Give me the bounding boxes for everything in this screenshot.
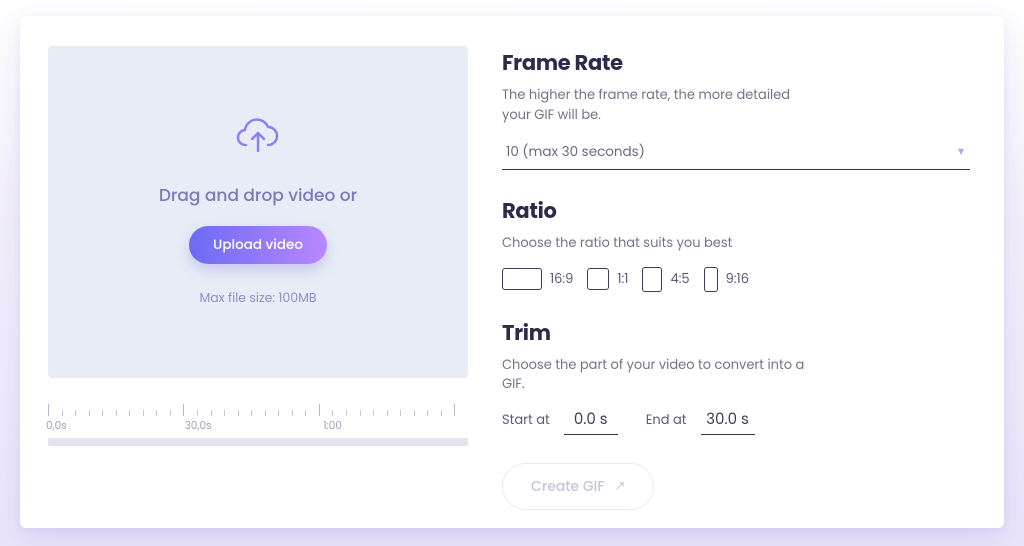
trim-desc: Choose the part of your video to convert… <box>502 355 822 394</box>
chevron-down-icon: ▾ <box>958 143 964 161</box>
trim-fields: Start at 0.0 s End at 30.0 s <box>502 408 970 435</box>
ratio-heading: Ratio <box>502 196 970 227</box>
ratio-swatch-4-5 <box>642 267 662 292</box>
main-card: Drag and drop video or Upload video Max … <box>20 16 1004 528</box>
trim-end-field: End at 30.0 s <box>646 408 755 435</box>
trim-start-field: Start at 0.0 s <box>502 408 618 435</box>
ratio-swatch-9-16 <box>704 267 718 292</box>
right-column: Frame Rate The higher the frame rate, th… <box>502 46 970 498</box>
ratio-section: Ratio Choose the ratio that suits you be… <box>502 196 970 292</box>
ratio-label-1-1: 1:1 <box>617 269 628 289</box>
timeline-ruler <box>48 396 468 416</box>
max-file-size-text: Max file size: 100MB <box>199 290 316 308</box>
cloud-upload-icon <box>236 117 280 164</box>
ratio-option-4-5[interactable]: 4:5 <box>642 267 689 292</box>
ratio-options: 16:9 1:1 4:5 9:16 <box>502 267 970 292</box>
timeline: 0,0s 30,0s 1:00 <box>48 396 468 440</box>
frame-rate-section: Frame Rate The higher the frame rate, th… <box>502 48 970 170</box>
ratio-swatch-16-9 <box>502 268 542 290</box>
video-drop-zone[interactable]: Drag and drop video or Upload video Max … <box>48 46 468 378</box>
ratio-label-16-9: 16:9 <box>550 269 573 289</box>
create-gif-button[interactable]: Create GIF ↗ <box>502 463 654 510</box>
ratio-label-4-5: 4:5 <box>670 269 689 289</box>
timeline-label-2: 1:00 <box>323 418 342 434</box>
frame-rate-select[interactable]: 10 (max 30 seconds) ▾ <box>502 138 970 170</box>
trim-end-input[interactable]: 30.0 s <box>701 408 755 435</box>
timeline-labels: 0,0s 30,0s 1:00 <box>48 418 468 434</box>
page-background: Drag and drop video or Upload video Max … <box>0 0 1024 546</box>
left-column: Drag and drop video or Upload video Max … <box>48 46 468 498</box>
timeline-label-0: 0,0s <box>46 418 67 434</box>
ratio-option-9-16[interactable]: 9:16 <box>704 267 749 292</box>
ratio-option-1-1[interactable]: 1:1 <box>587 268 628 290</box>
frame-rate-select-value: 10 (max 30 seconds) <box>506 142 645 162</box>
trim-start-input[interactable]: 0.0 s <box>564 408 618 435</box>
frame-rate-heading: Frame Rate <box>502 48 970 79</box>
arrow-up-right-icon: ↗ <box>615 476 626 496</box>
create-gif-button-label: Create GIF <box>531 476 605 497</box>
ratio-desc: Choose the ratio that suits you best <box>502 233 822 253</box>
trim-start-label: Start at <box>502 410 550 430</box>
frame-rate-desc: The higher the frame rate, the more deta… <box>502 85 822 124</box>
upload-video-button-label: Upload video <box>213 235 303 255</box>
trim-heading: Trim <box>502 318 970 349</box>
ratio-option-16-9[interactable]: 16:9 <box>502 268 573 290</box>
upload-video-button[interactable]: Upload video <box>189 226 327 264</box>
ratio-label-9-16: 9:16 <box>726 269 749 289</box>
ratio-swatch-1-1 <box>587 268 609 290</box>
timeline-label-1: 30,0s <box>185 418 212 434</box>
timeline-track[interactable] <box>48 438 468 446</box>
drop-zone-text: Drag and drop video or <box>159 182 357 208</box>
trim-end-label: End at <box>646 410 687 430</box>
trim-section: Trim Choose the part of your video to co… <box>502 318 970 435</box>
